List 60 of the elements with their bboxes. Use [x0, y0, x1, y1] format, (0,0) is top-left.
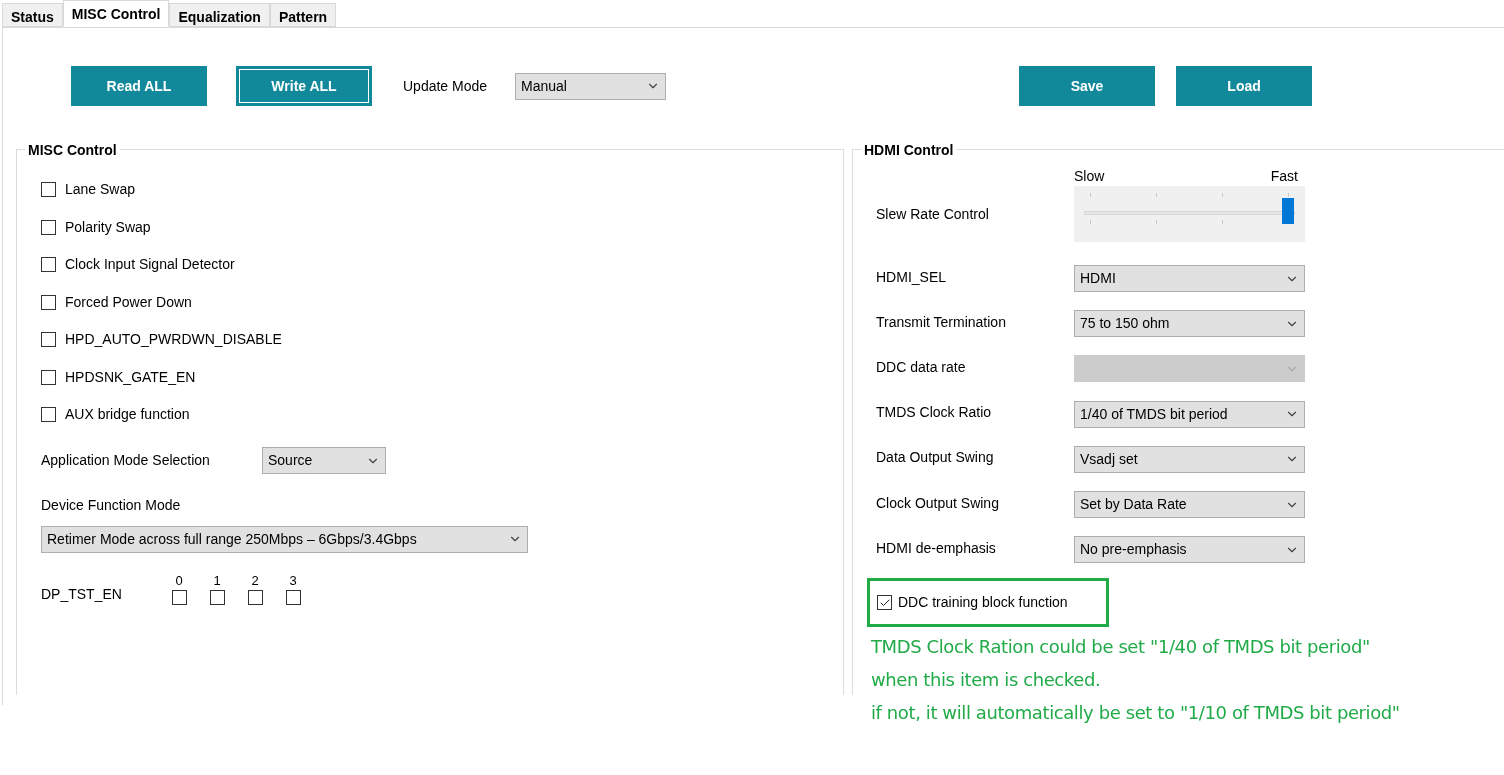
dropdown[interactable]: Retimer Mode across full range 250Mbps – 6Gbps/3.4Gbps — [41, 525, 528, 553]
checkbox[interactable] — [877, 595, 892, 611]
checkbox-label: DDC training block function — [898, 593, 1068, 613]
tab[interactable]: Status — [2, 3, 63, 27]
dropdown[interactable]: HDMI — [1074, 265, 1305, 293]
load-button[interactable]: Load — [1176, 66, 1313, 106]
checkbox-label: HPDSNK_GATE_EN — [65, 367, 196, 387]
slew-rate-label: Slew Rate Control — [876, 205, 990, 224]
checkbox-label: Forced Power Down — [65, 292, 192, 312]
bit-label: 1 — [213, 571, 221, 590]
checkbox[interactable] — [41, 332, 56, 348]
write-all-button[interactable]: Write ALL — [236, 66, 372, 106]
field-label: Transmit Termination — [876, 312, 1007, 332]
bit-label: 2 — [251, 571, 259, 590]
checkbox-label: Lane Swap — [65, 180, 136, 200]
dropdown[interactable]: Vsadj set — [1074, 445, 1305, 473]
field-label: HDMI de-emphasis — [876, 538, 997, 558]
slider[interactable] — [1074, 186, 1305, 242]
dp-tst-en-label: DP_TST_EN — [41, 585, 123, 604]
checkbox[interactable] — [41, 294, 56, 310]
annotation-text: TMDS Clock Ration could be set "1/40 of TMDS bit period" — [871, 635, 1371, 660]
tab[interactable]: Pattern — [269, 3, 337, 27]
bit-label: 0 — [175, 571, 183, 590]
dropdown[interactable]: No pre-emphasis — [1074, 536, 1305, 564]
device-function-mode-label: Device Function Mode — [41, 495, 182, 515]
checkbox[interactable] — [41, 257, 56, 273]
fast-label: Fast — [1270, 167, 1298, 180]
tab[interactable]: MISC Control — [62, 0, 170, 27]
checkbox-label: HPD_AUTO_PWRDWN_DISABLE — [65, 330, 282, 350]
checkbox[interactable] — [209, 590, 225, 605]
checkbox[interactable] — [285, 590, 301, 605]
annotation-text: if not, it will automatically be set to "1/10 of TMDS bit period" — [871, 701, 1401, 726]
save-button[interactable]: Save — [1019, 66, 1156, 106]
checkbox[interactable] — [247, 590, 263, 605]
checkbox[interactable] — [171, 590, 187, 605]
tab[interactable]: Equalization — [169, 3, 270, 27]
field-label: Data Output Swing — [876, 448, 995, 468]
field-label: Clock Output Swing — [876, 493, 1000, 513]
checkbox[interactable] — [41, 369, 56, 385]
field-label: DDC data rate — [876, 357, 967, 377]
dropdown[interactable]: 75 to 150 ohm — [1074, 310, 1305, 338]
field-label: HDMI_SEL — [876, 267, 948, 287]
update-mode-label: Update Mode — [403, 76, 488, 96]
dropdown[interactable]: Source — [262, 447, 386, 474]
checkbox-label: AUX bridge function — [65, 405, 190, 425]
application-mode-label: Application Mode Selection — [41, 451, 211, 470]
checkbox[interactable] — [41, 182, 56, 198]
checkbox-label: Clock Input Signal Detector — [65, 255, 235, 275]
slider-thumb[interactable] — [1282, 198, 1294, 224]
annotation-text: when this item is checked. — [871, 668, 1102, 693]
field-label: TMDS Clock Ratio — [876, 403, 993, 423]
dropdown[interactable]: 1/40 of TMDS bit period — [1074, 400, 1305, 428]
checkbox[interactable] — [41, 219, 56, 235]
read-all-button[interactable]: Read ALL — [71, 66, 207, 106]
dropdown[interactable]: Manual — [515, 72, 667, 100]
bit-label: 3 — [289, 571, 297, 590]
dropdown[interactable]: Set by Data Rate — [1074, 491, 1305, 519]
checkbox-label: Polarity Swap — [65, 217, 151, 237]
checkbox[interactable] — [41, 407, 56, 423]
slow-label: Slow — [1074, 167, 1105, 180]
